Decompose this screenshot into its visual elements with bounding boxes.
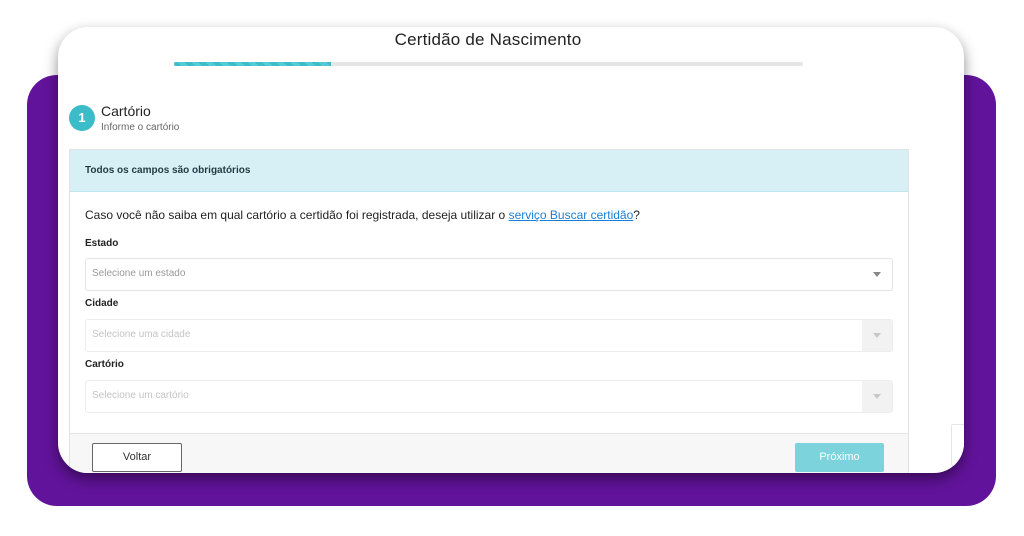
info-text: Caso você não saiba em qual cartório a c… [85, 208, 640, 222]
next-button[interactable]: Próximo [795, 443, 884, 472]
cartorio-label: Cartório [85, 359, 124, 370]
page-title: Certidão de Nascimento [394, 30, 582, 49]
stage: Certidão de Nascimento 1 Cartório Inform… [0, 0, 1024, 536]
progress-bar [174, 62, 803, 66]
buscar-certidao-link[interactable]: serviço Buscar certidão [509, 208, 634, 222]
form-footer: Voltar Próximo [70, 433, 908, 473]
estado-label: Estado [85, 238, 119, 249]
chevron-down-icon [862, 259, 892, 290]
cidade-select[interactable]: Selecione uma cidade [85, 319, 893, 352]
step-title: Cartório [101, 103, 151, 119]
chevron-down-icon [862, 381, 892, 412]
estado-select-placeholder: Selecione um estado [92, 268, 186, 279]
cartorio-select-placeholder: Selecione um cartório [92, 390, 189, 401]
cidade-select-placeholder: Selecione uma cidade [92, 329, 191, 340]
info-text-suffix: ? [633, 208, 640, 222]
chevron-down-icon [862, 320, 892, 351]
cartorio-select[interactable]: Selecione um cartório [85, 380, 893, 413]
cidade-label: Cidade [85, 298, 119, 309]
form-card: Certidão de Nascimento 1 Cartório Inform… [58, 27, 964, 473]
step-subtitle: Informe o cartório [101, 122, 180, 133]
progress-bar-fill [174, 62, 332, 66]
step-number-badge: 1 [69, 105, 95, 131]
form-panel: Todos os campos são obrigatórios Caso vo… [69, 149, 909, 473]
back-button[interactable]: Voltar [92, 443, 182, 472]
required-fields-notice: Todos os campos são obrigatórios [70, 150, 908, 192]
estado-select[interactable]: Selecione um estado [85, 258, 893, 291]
info-text-prefix: Caso você não saiba em qual cartório a c… [85, 208, 509, 222]
side-widget-tab[interactable] [951, 424, 964, 466]
